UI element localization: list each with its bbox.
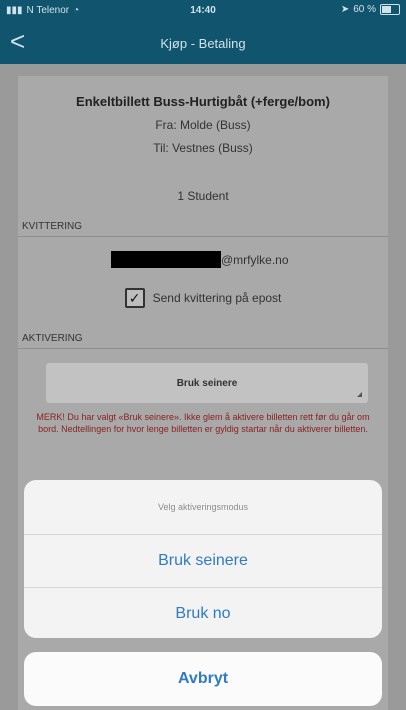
ticket-title: Enkeltbillett Buss-Hurtigbåt (+ferge/bom… <box>76 94 330 109</box>
checkmark-icon: ✓ <box>128 289 141 306</box>
ticket-from: Fra: Molde (Buss) <box>155 118 251 132</box>
passenger-count: 1 Student <box>177 189 229 203</box>
page-title: Kjøp - Betaling <box>160 36 246 51</box>
activation-warning: MERK! Du har valgt «Bruk seinere». Ikke … <box>36 412 370 434</box>
send-receipt-checkbox[interactable]: ✓ <box>124 288 145 308</box>
redacted-email-prefix <box>111 251 221 268</box>
send-receipt-label: Send kvittering på epost <box>152 291 282 305</box>
send-receipt-row[interactable]: ✓ Send kvittering på epost <box>18 281 388 315</box>
cancel-button[interactable]: Avbryt <box>24 652 382 706</box>
battery-percent: 60 % <box>353 4 376 15</box>
action-sheet-title: Velg aktiveringsmodus <box>24 480 382 535</box>
activation-section-label: AKTIVERING <box>18 329 388 349</box>
option-bruk-seinere[interactable]: Bruk seinere <box>24 535 382 588</box>
location-icon: ➤ <box>340 4 350 15</box>
option-bruk-no[interactable]: Bruk no <box>24 588 382 638</box>
battery-icon <box>380 4 400 15</box>
ticket-to: Til: Vestnes (Buss) <box>153 141 253 155</box>
activation-mode-select[interactable]: Bruk seinere <box>46 363 368 403</box>
receipt-section-label: KVITTERING <box>18 217 388 237</box>
status-bar: ▮▮▮ N Telenor ◔ 14:40 ➤ 60 % <box>0 0 406 22</box>
nav-bar: < Kjøp - Betaling <box>0 22 406 64</box>
email-suffix: @mrfylke.no <box>221 253 289 267</box>
activation-action-sheet: Velg aktiveringsmodus Bruk seinere Bruk … <box>24 480 382 638</box>
email-row[interactable]: @mrfylke.no <box>18 237 388 281</box>
